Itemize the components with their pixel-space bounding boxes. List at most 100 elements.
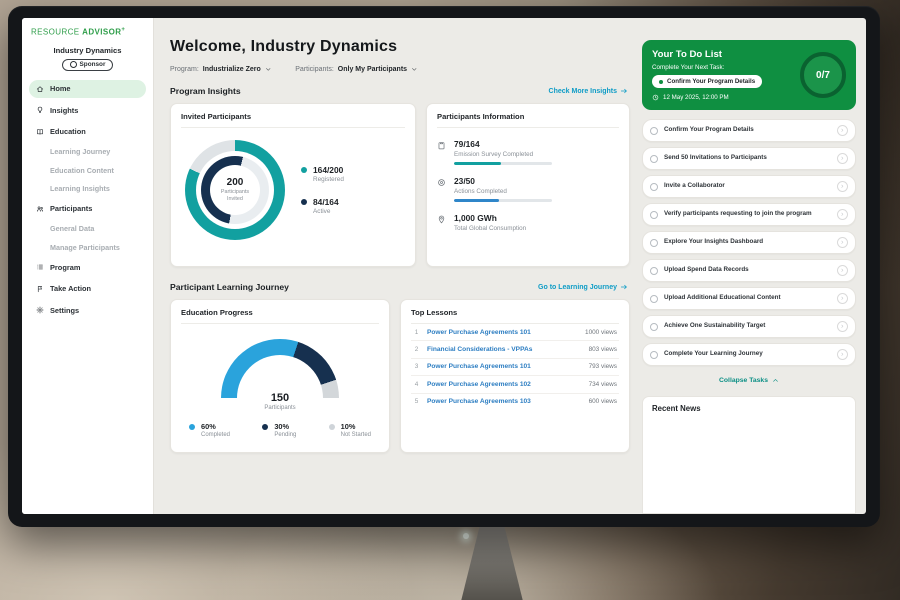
todo-task-list: Confirm Your Program Details Send 50 Inv…: [642, 119, 856, 371]
clock-icon: [652, 94, 659, 101]
sidebar-item-education[interactable]: Education: [29, 123, 146, 141]
sidebar-item-insights[interactable]: Insights: [29, 101, 146, 119]
collapse-tasks-link[interactable]: Collapse Tasks: [642, 377, 856, 384]
power-led: [463, 533, 469, 539]
lesson-row: 1 Power Purchase Agreements 101 1000 vie…: [411, 324, 619, 341]
chevron-right-icon[interactable]: [837, 237, 848, 248]
insights-icon: [36, 106, 44, 114]
chevron-right-icon[interactable]: [837, 125, 848, 136]
todo-panel: Your To Do List Complete Your Next Task:…: [642, 18, 866, 514]
todo-task-row[interactable]: Upload Spend Data Records: [642, 259, 856, 282]
learning-cards-row: Education Progress 150 Participants 60%: [170, 299, 630, 453]
sponsor-badge[interactable]: Sponsor: [62, 59, 114, 71]
participants-icon: [36, 205, 44, 213]
participants-information-card: Participants Information 79/164 Emission…: [426, 103, 630, 267]
legend-registered: 164/200 Registered: [301, 165, 344, 183]
location-icon: [437, 215, 446, 224]
navy-dot-icon: [262, 424, 268, 430]
education-icon: [36, 128, 44, 136]
arrow-right-icon: [620, 87, 628, 95]
filter-bar: Program: Industrialize Zero Participants…: [170, 66, 630, 73]
chevron-right-icon[interactable]: [837, 209, 848, 220]
todo-task-row[interactable]: Send 50 Invitations to Participants: [642, 147, 856, 170]
brand-logo: RESOURCE ADVISOR+: [29, 27, 146, 37]
go-to-learning-journey-link[interactable]: Go to Learning Journey: [538, 283, 628, 291]
todo-progress-ring: 0/7: [800, 52, 846, 98]
todo-task-row[interactable]: Explore Your Insights Dashboard: [642, 231, 856, 254]
checkbox[interactable]: [650, 239, 658, 247]
sidebar-item-learning-insights[interactable]: Learning Insights: [29, 181, 146, 196]
survey-progress-bar: [454, 162, 552, 166]
chevron-right-icon[interactable]: [837, 153, 848, 164]
sidebar-item-take-action[interactable]: Take Action: [29, 280, 146, 298]
sidebar-item-education-content[interactable]: Education Content: [29, 163, 146, 178]
org-name: Industry Dynamics: [29, 46, 146, 55]
sidebar-item-program[interactable]: Program: [29, 258, 146, 276]
sidebar-item-learning-journey[interactable]: Learning Journey: [29, 144, 146, 159]
lesson-link[interactable]: Power Purchase Agreements 102: [427, 381, 582, 388]
todo-task-row[interactable]: Confirm Your Program Details: [642, 119, 856, 142]
actions-progress-bar: [454, 199, 552, 203]
monitor-bezel: RESOURCE ADVISOR+ Industry Dynamics Spon…: [8, 6, 880, 527]
todo-task-row[interactable]: Achieve One Sustainability Target: [642, 315, 856, 338]
lesson-link[interactable]: Power Purchase Agreements 101: [427, 329, 578, 336]
recent-news-title: Recent News: [652, 404, 846, 413]
checkbox[interactable]: [650, 267, 658, 275]
top-lessons-card: Top Lessons 1 Power Purchase Agreements …: [400, 299, 630, 453]
sidebar-item-participants[interactable]: Participants: [29, 200, 146, 218]
sidebar-item-general-data[interactable]: General Data: [29, 221, 146, 236]
lesson-link[interactable]: Power Purchase Agreements 103: [427, 398, 582, 405]
invited-participants-donut: 200 Participants Invited: [185, 140, 285, 240]
sidebar: RESOURCE ADVISOR+ Industry Dynamics Spon…: [22, 18, 154, 514]
sidebar-item-home[interactable]: Home: [29, 80, 146, 98]
legend-completed: 60% Completed: [189, 422, 230, 438]
lesson-link[interactable]: Power Purchase Agreements 101: [427, 363, 582, 370]
lesson-link[interactable]: Financial Considerations - VPPAs: [427, 346, 582, 353]
checkbox[interactable]: [650, 211, 658, 219]
lesson-row: 4 Power Purchase Agreements 102 734 view…: [411, 376, 619, 393]
participants-select[interactable]: Participants: Only My Participants: [295, 66, 417, 73]
gauge-legend: 60% Completed 30% Pending: [181, 422, 379, 438]
todo-task-row[interactable]: Verify participants requesting to join t…: [642, 203, 856, 226]
program-icon: [36, 263, 44, 271]
chevron-down-icon: [411, 66, 418, 73]
legend-pending: 30% Pending: [262, 422, 296, 438]
next-task-pill[interactable]: Confirm Your Program Details: [652, 75, 762, 88]
stat-emission-survey: 79/164 Emission Survey Completed: [437, 139, 619, 165]
stat-global-consumption: 1,000 GWh Total Global Consumption: [437, 213, 619, 232]
checkbox[interactable]: [650, 183, 658, 191]
stat-actions-completed: 23/50 Actions Completed: [437, 176, 619, 202]
todo-task-row[interactable]: Complete Your Learning Journey: [642, 343, 856, 366]
checkbox[interactable]: [650, 295, 658, 303]
checkbox[interactable]: [650, 155, 658, 163]
arrow-right-icon: [620, 283, 628, 291]
check-more-insights-link[interactable]: Check More Insights: [549, 87, 628, 95]
todo-task-row[interactable]: Upload Additional Educational Content: [642, 287, 856, 310]
settings-icon: [36, 306, 44, 314]
lesson-row: 2 Financial Considerations - VPPAs 803 v…: [411, 341, 619, 358]
lesson-row: 3 Power Purchase Agreements 101 793 view…: [411, 359, 619, 376]
take-action-icon: [36, 285, 44, 293]
todo-task-row[interactable]: Invite a Collaborator: [642, 175, 856, 198]
chevron-right-icon[interactable]: [837, 265, 848, 276]
chevron-up-icon: [772, 377, 779, 384]
chevron-right-icon[interactable]: [837, 293, 848, 304]
checkbox[interactable]: [650, 351, 658, 359]
checkbox[interactable]: [650, 323, 658, 331]
sidebar-item-manage-participants[interactable]: Manage Participants: [29, 240, 146, 255]
sponsor-icon: [70, 61, 77, 68]
todo-summary-card: Your To Do List Complete Your Next Task:…: [642, 40, 856, 110]
survey-icon: [437, 141, 446, 150]
lesson-row: 5 Power Purchase Agreements 103 600 view…: [411, 394, 619, 410]
legend-not-started: 10% Not Started: [329, 422, 371, 438]
green-dot-icon: [659, 80, 663, 84]
program-select[interactable]: Program: Industrialize Zero: [170, 66, 271, 73]
chevron-right-icon[interactable]: [837, 181, 848, 192]
sidebar-item-settings[interactable]: Settings: [29, 301, 146, 319]
chevron-down-icon: [265, 66, 272, 73]
checkbox[interactable]: [650, 127, 658, 135]
monitor-stand: [433, 524, 551, 600]
chevron-right-icon[interactable]: [837, 349, 848, 360]
chevron-right-icon[interactable]: [837, 321, 848, 332]
section-title: Program Insights: [170, 86, 241, 96]
